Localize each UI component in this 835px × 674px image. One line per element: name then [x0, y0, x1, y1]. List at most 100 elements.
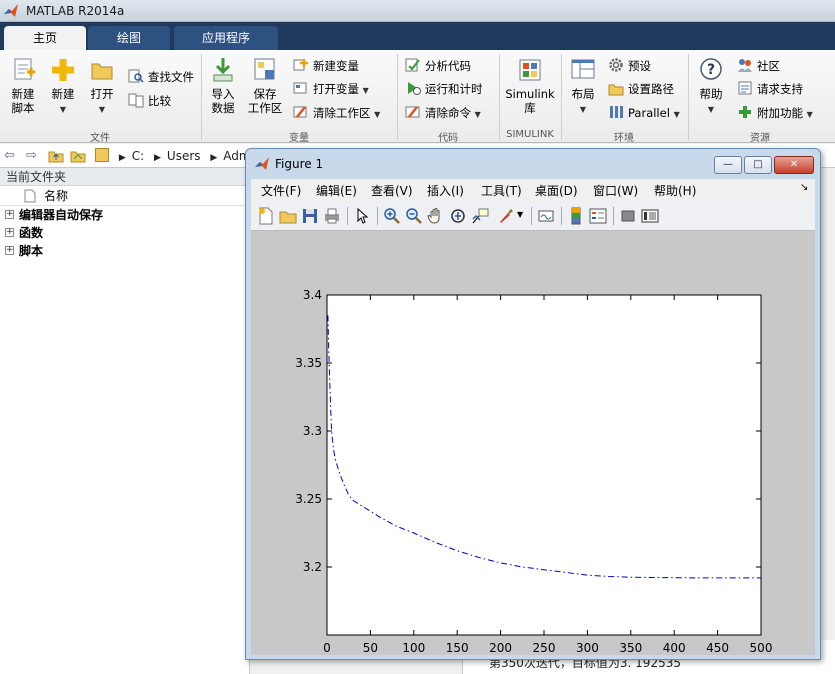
colorbar-icon[interactable]	[567, 207, 585, 225]
toolbar-separator	[347, 207, 348, 225]
expand-icon[interactable]: +	[5, 228, 14, 237]
dock-arrow-icon[interactable]: ↘	[800, 182, 808, 193]
figure-menu-bar: 文件(F) 编辑(E) 查看(V) 插入(I) 工具(T) 桌面(D) 窗口(W…	[251, 179, 815, 201]
preferences-button[interactable]: 预设	[608, 56, 651, 76]
new-dropdown-arrow-icon: ▼	[59, 105, 67, 114]
breadcrumb-item[interactable]: C:	[132, 149, 144, 163]
add-ons-button[interactable]: 附加功能 ▼	[737, 103, 813, 123]
x-tick-label: 200	[489, 641, 512, 655]
ribbon-separator	[688, 54, 689, 140]
tab-home[interactable]: 主页	[4, 26, 86, 50]
brush-icon[interactable]	[497, 207, 515, 225]
line-chart[interactable]: 3.2 3.25 3.3 3.35 3.4 0 50 100 150 200 250 300 350 4…	[251, 231, 815, 655]
find-files-label: 查找文件	[148, 70, 194, 84]
y-tick-label: 3.4	[303, 288, 322, 302]
compare-label: 比较	[148, 94, 171, 108]
import-data-button[interactable]: 导入 数据	[202, 56, 244, 115]
list-item[interactable]: + 编辑器自动保存	[0, 206, 249, 224]
run-and-time-icon	[408, 82, 421, 95]
new-script-button[interactable]: 新建 脚本	[2, 56, 44, 115]
clear-workspace-button[interactable]: 清除工作区 ▼	[293, 103, 380, 123]
title-bar: MATLAB R2014a	[0, 0, 835, 22]
save-workspace-label-2: 工作区	[247, 101, 283, 115]
brush-dropdown-icon[interactable]: ▼	[517, 210, 523, 219]
save-icon[interactable]	[301, 207, 319, 225]
parallel-dropdown-icon: ▼	[673, 110, 680, 119]
tab-plots[interactable]: 绘图	[88, 26, 170, 50]
back-arrow-icon[interactable]: ⇦	[4, 148, 15, 163]
x-tick-label: 500	[750, 641, 773, 655]
tab-apps[interactable]: 应用程序	[174, 26, 278, 50]
simulink-library-button[interactable]: Simulink 库	[502, 56, 558, 115]
app-title: MATLAB R2014a	[26, 4, 125, 18]
figure-window: Figure 1 — □ ✕ 文件(F) 编辑(E) 查看(V) 插入(I) 工…	[245, 148, 821, 660]
run-and-time-button[interactable]: 运行和计时	[405, 79, 483, 99]
find-files-button[interactable]: 查找文件	[128, 67, 194, 87]
list-item[interactable]: + 函数	[0, 224, 249, 242]
figure-title-bar[interactable]: Figure 1 — □ ✕	[246, 149, 820, 179]
open-button[interactable]: 打开 ▼	[81, 56, 123, 117]
clear-commands-button[interactable]: 清除命令 ▼	[405, 103, 481, 123]
expand-icon[interactable]: +	[5, 210, 14, 219]
save-workspace-button[interactable]: 保存 工作区	[244, 56, 286, 115]
new-script-label-2: 脚本	[11, 101, 35, 115]
open-dropdown-arrow-icon: ▼	[98, 105, 106, 114]
breadcrumb[interactable]: ▶ C: ▶ Users ▶ Adm	[95, 146, 255, 166]
hide-plot-tools-icon[interactable]	[619, 207, 637, 225]
open-file-icon[interactable]	[279, 207, 297, 225]
up-folder-icon[interactable]	[48, 148, 64, 164]
folder-label: 脚本	[19, 244, 44, 258]
menu-tools[interactable]: 工具(T)	[481, 182, 522, 199]
breadcrumb-item[interactable]: Users	[167, 149, 201, 163]
open-label: 打开	[90, 87, 114, 101]
show-plot-tools-icon[interactable]	[641, 207, 659, 225]
menu-help[interactable]: 帮助(H)	[654, 182, 696, 199]
ribbon-separator	[499, 54, 500, 140]
axes-background[interactable]	[326, 294, 762, 636]
layout-button[interactable]: 布局 ▼	[562, 56, 604, 117]
menu-view[interactable]: 查看(V)	[371, 182, 413, 199]
edit-plot-icon[interactable]	[353, 207, 371, 225]
compare-button[interactable]: 比较	[128, 91, 171, 111]
menu-edit[interactable]: 编辑(E)	[316, 182, 357, 199]
menu-desktop[interactable]: 桌面(D)	[535, 182, 578, 199]
legend-icon[interactable]	[589, 207, 607, 225]
new-figure-icon[interactable]	[257, 207, 275, 225]
forward-arrow-icon[interactable]: ⇨	[26, 148, 37, 163]
analyze-code-button[interactable]: 分析代码	[405, 56, 471, 76]
menu-insert[interactable]: 插入(I)	[427, 182, 464, 199]
group-label-resources: 资源	[750, 133, 770, 144]
close-button[interactable]: ✕	[774, 156, 814, 174]
new-variable-button[interactable]: 新建变量	[293, 56, 359, 76]
link-plot-icon[interactable]	[537, 207, 555, 225]
set-path-button[interactable]: 设置路径	[608, 79, 674, 99]
rotate-3d-icon[interactable]	[449, 207, 467, 225]
name-column-header[interactable]: 名称	[0, 186, 249, 206]
open-variable-label: 打开变量	[313, 82, 359, 96]
data-cursor-icon[interactable]	[471, 207, 489, 225]
group-label-file: 文件	[90, 133, 110, 144]
browse-folder-icon[interactable]	[70, 148, 86, 164]
parallel-button[interactable]: Parallel ▼	[608, 103, 680, 123]
menu-window[interactable]: 窗口(W)	[593, 182, 638, 199]
community-button[interactable]: 社区	[737, 56, 780, 76]
plot-area[interactable]: 3.2 3.25 3.3 3.35 3.4 0 50 100 150 200 250 300 350 4…	[251, 231, 815, 655]
help-button[interactable]: ? 帮助 ▼	[690, 56, 732, 117]
new-button[interactable]: 新建 ▼	[42, 56, 84, 117]
preferences-label: 预设	[628, 59, 651, 73]
breadcrumb-separator-icon: ▶	[210, 153, 218, 163]
minimize-button[interactable]: —	[714, 156, 742, 174]
pan-icon[interactable]	[427, 207, 445, 225]
zoom-in-icon[interactable]	[383, 207, 401, 225]
request-support-button[interactable]: 请求支持	[737, 79, 803, 99]
maximize-button[interactable]: □	[744, 156, 772, 174]
analyze-code-label: 分析代码	[425, 59, 471, 73]
zoom-out-icon[interactable]	[405, 207, 423, 225]
open-variable-button[interactable]: 打开变量 ▼	[293, 79, 369, 99]
clear-workspace-label: 清除工作区	[313, 106, 371, 120]
list-item[interactable]: + 脚本	[0, 242, 249, 260]
print-icon[interactable]	[323, 207, 341, 225]
expand-icon[interactable]: +	[5, 246, 14, 255]
menu-file[interactable]: 文件(F)	[261, 182, 301, 199]
simulink-label-2: 库	[524, 101, 536, 115]
